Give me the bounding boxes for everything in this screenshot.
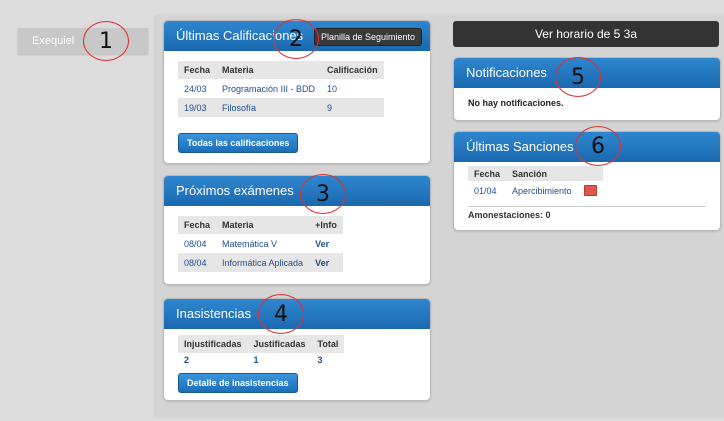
col-action <box>577 166 603 181</box>
col-materia: Materia <box>216 216 310 234</box>
table-row: 01/04 Apercibimiento <box>468 181 603 200</box>
sanction-date: 01/04 <box>474 185 497 196</box>
tracking-sheet-button[interactable]: Planilla de Seguimiento <box>313 28 422 46</box>
marker-circle-3: 3 <box>300 174 346 214</box>
table-row[interactable]: 19/03 Filosofía 9 <box>178 98 384 117</box>
amonestaciones-count: Amonestaciones: 0 <box>468 206 706 220</box>
marker-circle-5: 5 <box>555 57 601 97</box>
col-fecha: Fecha <box>178 61 217 79</box>
note-icon[interactable] <box>583 185 597 197</box>
absences-title: Inasistencias <box>176 306 252 321</box>
table-row: 08/04 Informática Aplicada Ver <box>178 253 343 272</box>
notifications-empty-text: No hay notificaciones. <box>468 98 564 108</box>
marker-circle-6: 6 <box>575 126 621 166</box>
exams-title: Próximos exámenes <box>176 183 294 198</box>
grades-table: Fecha Materia Calificación 24/03 Program… <box>178 61 384 117</box>
col-info: +Info <box>309 216 343 234</box>
grade-subject[interactable]: Programación III - BDD <box>216 79 321 98</box>
marker-circle-4: 4 <box>258 294 304 334</box>
col-materia: Materia <box>216 61 322 79</box>
exam-info-link[interactable]: Ver <box>309 234 343 253</box>
col-fecha: Fecha <box>178 216 217 234</box>
exam-subject: Informática Aplicada <box>216 253 310 272</box>
sanction-type: Apercibimiento <box>512 185 572 196</box>
exams-table: Fecha Materia +Info 08/04 Matemática V V… <box>178 216 343 272</box>
exam-subject: Matemática V <box>222 238 278 249</box>
schedule-button[interactable]: Ver horario de 5 3a <box>453 21 719 47</box>
absences-total: 3 <box>317 355 323 365</box>
absences-table: Injustificadas Justificadas Total 2 1 3 <box>178 335 345 367</box>
table-row[interactable]: 24/03 Programación III - BDD 10 <box>178 79 384 98</box>
marker-circle-1: 1 <box>83 21 129 61</box>
absences-justified: 1 <box>253 355 259 365</box>
exam-info-link[interactable]: Ver <box>309 253 343 272</box>
grade-date: 19/03 <box>178 98 217 117</box>
notifications-title: Notificaciones <box>466 65 547 80</box>
col-fecha: Fecha <box>468 166 507 181</box>
absence-detail-button[interactable]: Detalle de inasistencias <box>178 373 298 393</box>
grade-value: 10 <box>327 83 338 94</box>
exam-date: 08/04 <box>178 253 217 272</box>
col-calificacion: Calificación <box>321 61 384 79</box>
col-injustificadas: Injustificadas <box>178 335 248 353</box>
sanctions-title: Últimas Sanciones <box>466 139 574 154</box>
absences-unjustified: 2 <box>184 355 190 365</box>
sanctions-table: Fecha Sanción 01/04 Apercibimiento <box>468 166 603 200</box>
exams-header: Próximos exámenes <box>164 176 430 206</box>
col-sancion: Sanción <box>506 166 578 181</box>
grade-value: 9 <box>321 98 384 117</box>
marker-circle-2: 2 <box>273 19 319 59</box>
all-grades-button[interactable]: Todas las calificaciones <box>178 133 299 153</box>
table-row: 08/04 Matemática V Ver <box>178 234 343 253</box>
grade-subject[interactable]: Filosofía <box>216 98 322 117</box>
grade-date: 24/03 <box>184 83 207 94</box>
table-row: 2 1 3 <box>178 353 344 367</box>
exams-panel: Próximos exámenes Fecha Materia +Info 08… <box>163 175 431 285</box>
col-total: Total <box>311 335 345 353</box>
col-justificadas: Justificadas <box>247 335 312 353</box>
exam-date: 08/04 <box>184 238 207 249</box>
user-name: Exequiel <box>32 35 75 47</box>
